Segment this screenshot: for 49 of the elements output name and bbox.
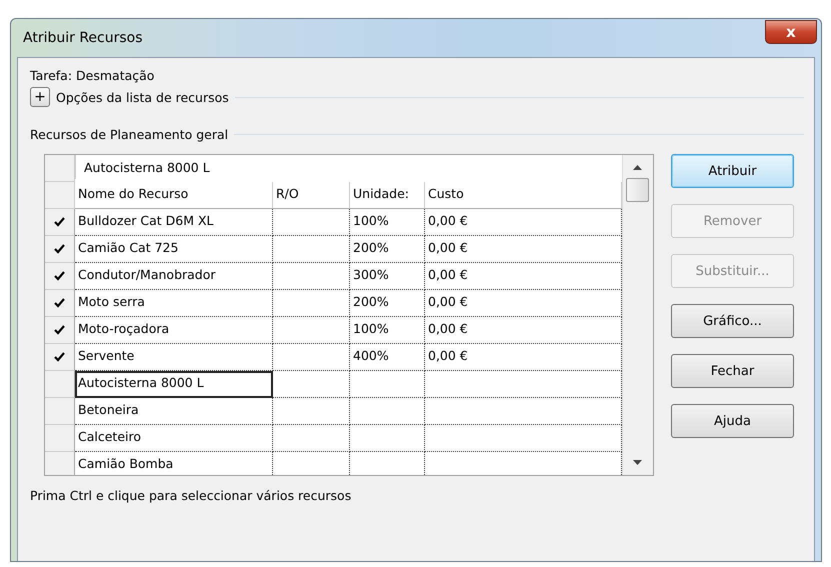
column-header[interactable]: Nome do Recurso <box>75 182 273 209</box>
table-cell: 100% <box>350 209 425 236</box>
table-cell: Autocisterna 8000 L <box>75 371 273 398</box>
scrollbar[interactable] <box>622 155 653 475</box>
check-icon <box>54 352 65 362</box>
dialog-button[interactable]: Ajuda <box>671 404 794 438</box>
group-label: Recursos de Planeamento geral <box>30 127 228 142</box>
table-cell: 200% <box>350 290 425 317</box>
column-header[interactable]: Unidade: <box>350 182 425 209</box>
expand-button[interactable]: + <box>30 87 50 107</box>
options-label: Opções da lista de recursos <box>56 90 229 104</box>
table-cell: Betoneira <box>75 398 273 425</box>
table-cell: Condutor/Manobrador <box>75 263 273 290</box>
row-header[interactable] <box>45 263 75 290</box>
column-header[interactable]: R/O <box>273 182 350 209</box>
window-title: Atribuir Recursos <box>23 30 143 46</box>
hint-text: Prima Ctrl e clique para seleccionar vários recursos <box>30 488 352 503</box>
table-cell: Camião Cat 725 <box>75 236 273 263</box>
table-cell: Moto serra <box>75 290 273 317</box>
column-header[interactable]: Custo <box>425 182 622 209</box>
scroll-thumb[interactable] <box>626 178 649 202</box>
header-corner <box>45 182 75 209</box>
row-header[interactable] <box>45 317 75 344</box>
dialog-button[interactable]: Atribuir <box>671 154 794 188</box>
dialog-button[interactable]: Gráfico... <box>671 304 794 338</box>
close-button[interactable]: x <box>765 20 817 44</box>
check-icon <box>54 325 65 335</box>
row-header[interactable] <box>45 209 75 236</box>
table-cell: Moto-roçadora <box>75 317 273 344</box>
check-icon <box>54 217 65 227</box>
table-cell: Bulldozer Cat D6M XL <box>75 209 273 236</box>
table-cell: 200% <box>350 236 425 263</box>
table-cell: 400% <box>350 344 425 371</box>
row-header[interactable] <box>45 344 75 371</box>
check-icon <box>54 298 65 308</box>
table-cell: Camião Bomba <box>75 452 273 475</box>
table-cell: 100% <box>350 317 425 344</box>
dialog-button[interactable]: Fechar <box>671 354 794 388</box>
table-cell: 300% <box>350 263 425 290</box>
check-icon <box>54 244 65 254</box>
row-header[interactable] <box>45 290 75 317</box>
task-label: Tarefa: Desmatação <box>30 68 156 83</box>
table-cell: Servente <box>75 344 273 371</box>
scroll-up-icon[interactable] <box>633 165 642 170</box>
table-cell: Calceteiro <box>75 425 273 452</box>
row-header[interactable] <box>45 236 75 263</box>
scroll-down-icon[interactable] <box>633 460 642 465</box>
check-icon <box>54 271 65 281</box>
header-corner <box>45 155 75 182</box>
